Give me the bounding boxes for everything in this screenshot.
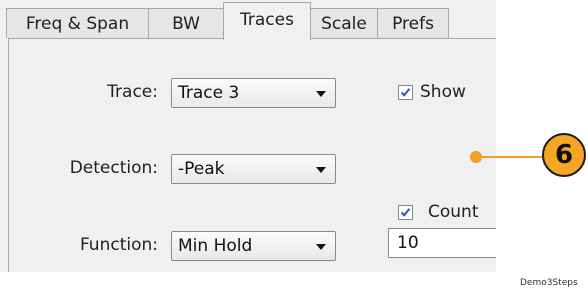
checkmark-icon (400, 208, 411, 217)
trace-label: Trace: (107, 82, 158, 102)
detection-select[interactable]: -Peak (171, 154, 336, 184)
trace-select[interactable]: Trace 3 (171, 78, 336, 108)
image-caption: Demo3Steps (520, 278, 578, 288)
tab-prefs[interactable]: Prefs (377, 8, 449, 38)
chevron-down-icon (316, 167, 326, 173)
tab-freq-span[interactable]: Freq & Span (6, 8, 149, 38)
count-input[interactable]: 10 (388, 228, 496, 258)
count-label: Count (428, 202, 479, 222)
callout-leader-line (476, 156, 548, 158)
count-checkbox[interactable] (398, 205, 413, 220)
tab-bw[interactable]: BW (148, 8, 224, 38)
detection-select-value: -Peak (178, 159, 225, 179)
callout-dot (470, 151, 482, 163)
chevron-down-icon (316, 91, 326, 97)
tab-bar: Freq & Span BW Traces Scale Prefs (0, 0, 496, 42)
callout-step-badge: 6 (542, 133, 586, 177)
trace-select-value: Trace 3 (178, 83, 240, 103)
show-label: Show (420, 82, 466, 102)
chevron-down-icon (316, 244, 326, 250)
function-select-value: Min Hold (178, 236, 253, 256)
tab-scale[interactable]: Scale (310, 8, 378, 38)
function-label: Function: (79, 235, 158, 255)
detection-label: Detection: (69, 158, 158, 178)
checkmark-icon (400, 88, 411, 97)
function-select[interactable]: Min Hold (171, 231, 336, 261)
traces-settings-panel: Freq & Span BW Traces Scale Prefs Trace:… (0, 0, 496, 272)
show-checkbox[interactable] (398, 85, 413, 100)
tab-traces[interactable]: Traces (223, 2, 311, 40)
